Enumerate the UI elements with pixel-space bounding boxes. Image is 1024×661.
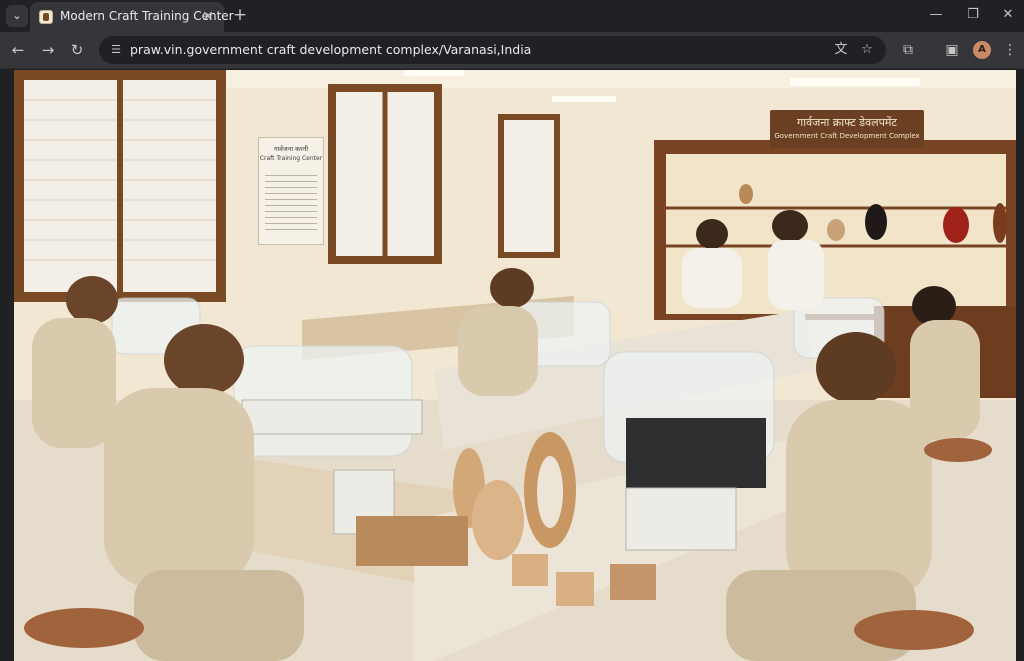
ceiling-light: [404, 70, 464, 76]
puzzle-icon[interactable]: ⧉: [898, 40, 918, 60]
wood-block: [610, 564, 656, 600]
chair: [854, 610, 974, 650]
browser-toolbar: ← → ↻ ☰ praw.vin.government craft develo…: [0, 32, 1024, 69]
address-bar[interactable]: ☰ praw.vin.government craft development …: [99, 36, 886, 64]
chevron-down-icon[interactable]: ⌄: [6, 5, 28, 27]
minimize-icon[interactable]: —: [921, 4, 951, 26]
ceiling-light: [552, 96, 616, 102]
workshop-scene-image: [14, 70, 1016, 661]
translate-icon[interactable]: 文: [832, 41, 850, 59]
wood-block: [556, 572, 594, 606]
chair: [24, 608, 144, 648]
vase: [993, 203, 1007, 243]
forward-arrow-icon[interactable]: →: [38, 40, 58, 60]
wooden-vase-hollow: [537, 456, 563, 528]
side-panel-icon[interactable]: ▣: [942, 40, 962, 60]
reload-icon[interactable]: ↻: [67, 40, 87, 60]
sign-english-text: Government Craft Development Complex: [774, 132, 920, 140]
vase: [943, 207, 969, 243]
restore-icon[interactable]: ❐: [958, 4, 988, 26]
ceiling-light: [790, 78, 920, 86]
craft-center-favicon-icon: [39, 10, 53, 24]
tab-strip: ⌄ Modern Craft Training Center ✕ + — ❐ ✕: [0, 0, 1024, 32]
kebab-menu-icon[interactable]: ⋮: [1000, 40, 1020, 60]
back-arrow-icon[interactable]: ←: [8, 40, 28, 60]
tab-active[interactable]: Modern Craft Training Center ✕: [30, 2, 234, 32]
vase: [739, 184, 753, 204]
plus-icon[interactable]: +: [230, 5, 250, 25]
wooden-vase: [472, 480, 524, 560]
close-icon[interactable]: ✕: [199, 8, 217, 26]
vase: [827, 219, 845, 241]
lathe: [626, 418, 766, 488]
wall-notice: गार्वजना करनी Craft Training Center: [258, 137, 324, 245]
lathe: [241, 399, 423, 435]
url-text[interactable]: praw.vin.government craft development co…: [130, 42, 531, 57]
notice-hindi-text: गार्वजना करनी: [273, 145, 309, 153]
window-right-glass: [504, 120, 554, 252]
lathe-base: [625, 487, 737, 551]
star-icon[interactable]: ☆: [858, 41, 876, 59]
page-viewport: गार्वजना क्राफ्ट डेवलपमेंट Government Cr…: [14, 70, 1016, 661]
complex-sign: गार्वजना क्राफ्ट डेवलपमेंट Government Cr…: [770, 110, 924, 148]
window-close-icon[interactable]: ✕: [995, 4, 1021, 26]
chair: [924, 438, 992, 462]
sign-hindi-text: गार्वजना क्राफ्ट डेवलपमेंट: [797, 116, 897, 129]
tool-tray: [356, 516, 468, 566]
vase: [865, 204, 887, 240]
notice-body-lines: [265, 170, 317, 234]
tune-icon[interactable]: ☰: [108, 42, 124, 58]
avatar[interactable]: A: [973, 41, 991, 59]
notice-english-text: Craft Training Center: [259, 155, 323, 162]
wood-block: [512, 554, 548, 586]
browser-window: ⌄ Modern Craft Training Center ✕ + — ❐ ✕…: [0, 0, 1024, 661]
